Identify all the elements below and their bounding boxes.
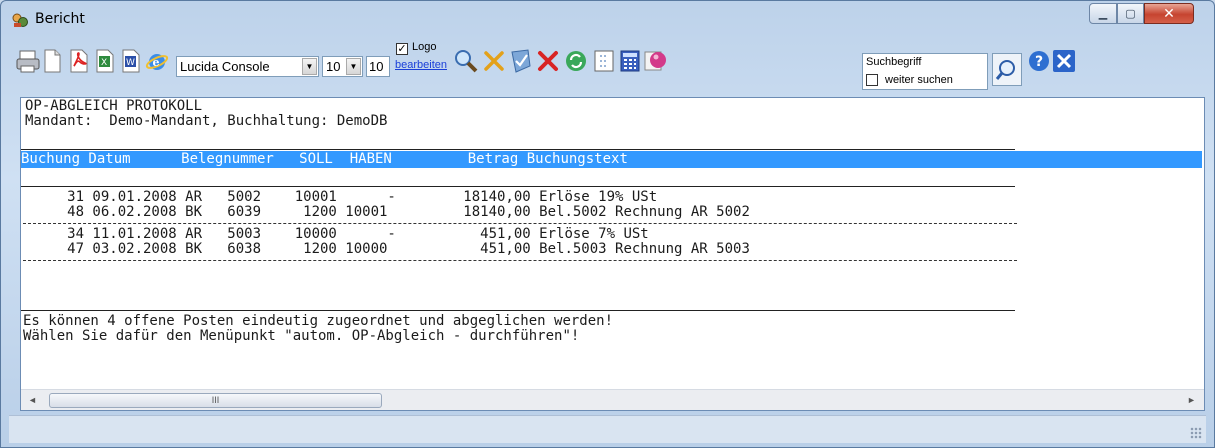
close-report-icon bbox=[1053, 50, 1075, 72]
calculator-button[interactable] bbox=[618, 47, 642, 75]
group-separator bbox=[23, 223, 1017, 224]
internet-explorer-icon: e bbox=[145, 54, 169, 70]
chevron-down-icon[interactable]: ▼ bbox=[302, 58, 317, 75]
search-button[interactable] bbox=[992, 53, 1022, 86]
pdf-export-button[interactable] bbox=[67, 47, 91, 75]
column-header-text: Buchung Datum Belegnummer SOLL HABEN Bet… bbox=[21, 151, 628, 167]
report-window: Bericht ▁ ▢ ✕ X W e Lucida Console ▼ 10 bbox=[0, 0, 1215, 448]
cross-mark-button[interactable] bbox=[482, 47, 506, 75]
group-separator bbox=[23, 260, 1017, 261]
red-x-button[interactable] bbox=[536, 47, 560, 75]
word-export-button[interactable]: W bbox=[119, 47, 143, 75]
mandant-line: Mandant: Demo-Mandant, Buchhaltung: Demo… bbox=[25, 113, 388, 129]
toolbar: X W e Lucida Console ▼ 10 ▼ 10 ✓ Logo be… bbox=[9, 35, 1206, 93]
title-bar[interactable]: Bericht ▁ ▢ ✕ bbox=[1, 1, 1214, 35]
scroll-thumb[interactable]: III bbox=[49, 393, 382, 408]
help-button[interactable]: ? bbox=[1027, 47, 1051, 75]
logo-checkbox[interactable]: ✓ bbox=[396, 43, 408, 55]
print-icon bbox=[16, 50, 40, 73]
search-field[interactable]: Suchbegriff weiter suchen bbox=[862, 53, 988, 90]
check-icon: ✓ bbox=[397, 43, 407, 55]
excel-export-icon: X bbox=[96, 49, 114, 73]
calculator-icon bbox=[620, 50, 640, 72]
logo-edit-link[interactable]: bearbeiten bbox=[395, 59, 447, 71]
word-export-icon: W bbox=[122, 49, 140, 73]
report-title: OP-ABGLEICH PROTOKOLL bbox=[25, 98, 203, 114]
close-report-button[interactable] bbox=[1052, 47, 1076, 75]
svg-text:?: ? bbox=[1035, 54, 1043, 70]
shield-check-icon bbox=[511, 49, 531, 73]
svg-text:W: W bbox=[126, 58, 135, 68]
new-page-icon bbox=[44, 49, 61, 73]
browser-button[interactable]: e bbox=[145, 47, 169, 75]
print-button[interactable] bbox=[16, 47, 40, 75]
chevron-down-icon[interactable]: ▼ bbox=[346, 58, 361, 75]
table-row: 47 03.02.2008 BK 6038 1200 10000 451,00 … bbox=[25, 241, 750, 257]
red-x-icon bbox=[538, 51, 558, 71]
zoom-icon bbox=[455, 50, 478, 73]
font-family-select[interactable]: Lucida Console ▼ bbox=[176, 56, 319, 77]
search-input[interactable]: Suchbegriff bbox=[866, 56, 921, 68]
cross-mark-icon bbox=[484, 51, 504, 71]
page-setup-button[interactable] bbox=[592, 47, 616, 75]
minimize-icon: ▁ bbox=[1098, 8, 1108, 20]
window-title: Bericht bbox=[35, 11, 85, 27]
continue-search-label: weiter suchen bbox=[885, 74, 953, 86]
font-size-value: 10 bbox=[326, 59, 341, 74]
page-setup-icon bbox=[594, 50, 614, 72]
svg-text:e: e bbox=[153, 56, 160, 69]
svg-text:X: X bbox=[101, 58, 107, 68]
table-row: 34 11.01.2008 AR 5003 10000 - 451,00 Erl… bbox=[25, 226, 649, 242]
horizontal-scrollbar[interactable]: ◄ III ► bbox=[21, 389, 1204, 410]
pdf-export-icon bbox=[70, 49, 88, 73]
shield-check-button[interactable] bbox=[509, 47, 533, 75]
resize-grip-icon[interactable] bbox=[1190, 427, 1202, 439]
refresh-icon bbox=[566, 51, 586, 71]
help-icon: ? bbox=[1029, 51, 1049, 71]
footer-message: Es können 4 offene Posten eindeutig zuge… bbox=[23, 313, 614, 329]
search-button-icon bbox=[995, 59, 1015, 80]
minimize-button[interactable]: ▁ bbox=[1089, 3, 1117, 24]
continue-search-checkbox[interactable] bbox=[866, 74, 878, 86]
zoom-button[interactable] bbox=[454, 47, 478, 75]
scroll-right-icon[interactable]: ► bbox=[1183, 392, 1200, 409]
divider bbox=[21, 310, 1015, 311]
font-size-spin-value: 10 bbox=[369, 59, 384, 74]
report-app-icon bbox=[11, 11, 29, 29]
table-row: 48 06.02.2008 BK 6039 1200 10001 18140,0… bbox=[25, 204, 750, 220]
settings-sphere-button[interactable] bbox=[643, 47, 667, 75]
refresh-button[interactable] bbox=[564, 47, 588, 75]
logo-label: Logo bbox=[412, 41, 437, 53]
font-family-value: Lucida Console bbox=[180, 59, 270, 74]
close-icon: ✕ bbox=[1163, 5, 1175, 21]
close-button[interactable]: ✕ bbox=[1144, 3, 1194, 24]
status-bar bbox=[9, 415, 1206, 443]
font-size-input[interactable]: 10 bbox=[366, 56, 390, 77]
excel-export-button[interactable]: X bbox=[93, 47, 117, 75]
column-header-row[interactable]: Buchung Datum Belegnummer SOLL HABEN Bet… bbox=[21, 151, 1202, 168]
scroll-left-icon[interactable]: ◄ bbox=[24, 392, 41, 409]
footer-instruction: Wählen Sie dafür den Menüpunkt "autom. O… bbox=[23, 328, 580, 344]
divider bbox=[21, 186, 1015, 187]
settings-sphere-icon bbox=[644, 51, 666, 71]
new-page-button[interactable] bbox=[40, 47, 64, 75]
table-row: 31 09.01.2008 AR 5002 10001 - 18140,00 E… bbox=[25, 189, 658, 205]
report-view[interactable]: OP-ABGLEICH PROTOKOLL Mandant: Demo-Mand… bbox=[20, 97, 1205, 411]
font-size-select[interactable]: 10 ▼ bbox=[322, 56, 363, 77]
divider bbox=[21, 149, 1015, 150]
maximize-icon: ▢ bbox=[1125, 8, 1136, 20]
maximize-button[interactable]: ▢ bbox=[1117, 3, 1144, 24]
